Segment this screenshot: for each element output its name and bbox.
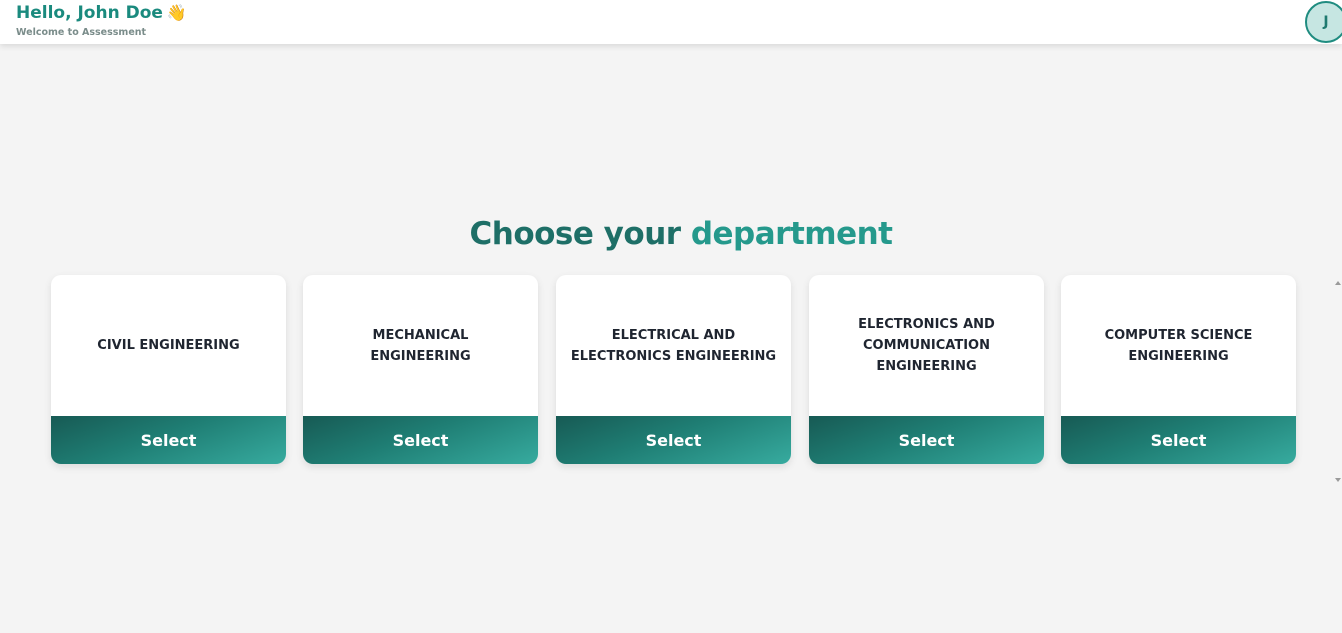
- scroll-up-arrow-icon[interactable]: [1335, 281, 1341, 285]
- department-card-civil: CIVIL ENGINEERING Select: [51, 275, 286, 464]
- page-title-part2: department: [690, 216, 893, 252]
- page-title-part1: Choose your: [469, 216, 691, 252]
- greeting-heading: Hello, John Doe 👋: [16, 3, 187, 23]
- department-card-ece: ELECTRONICS AND COMMUNICATION ENGINEERIN…: [809, 275, 1044, 464]
- wave-hand-icon: 👋: [166, 3, 187, 22]
- select-button[interactable]: Select: [303, 416, 538, 464]
- welcome-subtitle: Welcome to Assessment: [16, 27, 147, 38]
- top-header: Hello, John Doe 👋 Welcome to Assessment J: [0, 0, 1342, 44]
- department-card-cse: COMPUTER SCIENCE ENGINEERING Select: [1061, 275, 1296, 464]
- scroll-down-arrow-icon[interactable]: [1335, 478, 1341, 482]
- select-button[interactable]: Select: [809, 416, 1044, 464]
- department-name: ELECTRONICS AND COMMUNICATION ENGINEERIN…: [858, 317, 995, 374]
- department-name: ELECTRICAL AND ELECTRONICS ENGINEERING: [570, 327, 777, 364]
- select-button[interactable]: Select: [51, 416, 286, 464]
- department-name: COMPUTER SCIENCE ENGINEERING: [1104, 327, 1253, 364]
- department-name: CIVIL ENGINEERING: [97, 338, 240, 353]
- department-card-list: CIVIL ENGINEERING Select MECHANICAL ENGI…: [0, 275, 1342, 465]
- select-button[interactable]: Select: [556, 416, 791, 464]
- department-name: MECHANICAL ENGINEERING: [370, 327, 471, 364]
- greeting-text: Hello, John Doe: [16, 3, 163, 23]
- user-avatar[interactable]: J: [1305, 1, 1342, 43]
- page-title: Choose your department: [0, 216, 1342, 252]
- select-button[interactable]: Select: [1061, 416, 1296, 464]
- department-card-eee: ELECTRICAL AND ELECTRONICS ENGINEERING S…: [556, 275, 791, 464]
- department-card-mechanical: MECHANICAL ENGINEERING Select: [303, 275, 538, 464]
